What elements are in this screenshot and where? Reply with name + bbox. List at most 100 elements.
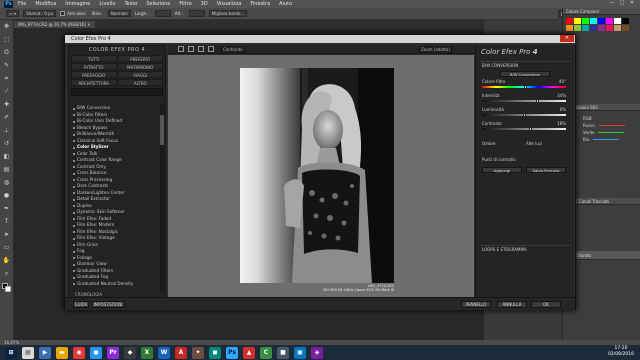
settings-button[interactable]: IMPOSTAZIONI bbox=[91, 301, 125, 308]
color-swatch[interactable] bbox=[598, 25, 605, 31]
color-swatches-tab[interactable]: Colore Campioni bbox=[563, 8, 640, 15]
category-architecture[interactable]: ARCHITETTURA bbox=[71, 79, 117, 86]
document-tab[interactable]: IMG_9774.CR2 @ 16,7% (RGB/16) ✕ bbox=[14, 21, 95, 28]
color-swatch[interactable] bbox=[622, 18, 629, 24]
close-window-button[interactable]: ✕ bbox=[627, 0, 637, 7]
menu-help[interactable]: Aiuto bbox=[279, 1, 292, 7]
antialias-checkbox[interactable] bbox=[60, 11, 66, 16]
acrobat-icon[interactable]: A bbox=[175, 346, 187, 359]
slider-knob[interactable] bbox=[535, 99, 539, 103]
app-icon-4[interactable]: C bbox=[260, 346, 272, 359]
type-tool-icon[interactable]: T bbox=[3, 218, 11, 226]
dialog-close-button[interactable]: ✕ bbox=[560, 35, 574, 42]
healing-tool-icon[interactable]: ✚ bbox=[3, 101, 11, 109]
maximize-button[interactable]: □ bbox=[617, 0, 627, 7]
feather-field[interactable]: Sfumat.: 0 px bbox=[23, 10, 57, 17]
compare-label[interactable]: Confronto bbox=[220, 46, 246, 53]
color-swatch[interactable] bbox=[590, 25, 597, 31]
cancel-button[interactable]: ANNULLA bbox=[497, 301, 527, 308]
category-portrait[interactable]: RITRATTO bbox=[71, 63, 117, 70]
image-preview[interactable]: IMG_9774.CR2 ISO 800 f/4 1/60s Canon EOS… bbox=[168, 55, 474, 297]
refine-edge-button[interactable]: Migliora bordo... bbox=[208, 10, 248, 17]
add-filter-button[interactable]: Aggiungi bbox=[482, 167, 522, 173]
split-view-icon[interactable] bbox=[188, 46, 194, 52]
minimize-button[interactable]: — bbox=[607, 0, 617, 7]
menu-view[interactable]: Visualizza bbox=[217, 1, 242, 7]
move-tool-icon[interactable]: ✥ bbox=[3, 23, 11, 31]
hand-tool-icon[interactable]: ✋ bbox=[3, 257, 11, 265]
save-preset-button[interactable]: Salva Formula bbox=[526, 167, 566, 173]
app-icon-5[interactable]: ■ bbox=[277, 346, 289, 359]
compare-toggle-icon[interactable] bbox=[208, 46, 214, 52]
media-player-icon[interactable]: ▶ bbox=[39, 346, 51, 359]
color-swatch[interactable] bbox=[574, 25, 581, 31]
menu-file[interactable]: File bbox=[18, 1, 26, 7]
height-field[interactable] bbox=[188, 10, 205, 17]
dodge-tool-icon[interactable]: ● bbox=[3, 192, 11, 200]
system-clock[interactable]: 17:20 02/08/2016 bbox=[608, 346, 634, 358]
color-swatch[interactable] bbox=[606, 18, 613, 24]
app-icon[interactable]: ◆ bbox=[124, 346, 136, 359]
menu-3d[interactable]: 3D bbox=[201, 1, 208, 7]
width-field[interactable] bbox=[154, 10, 171, 17]
filter-search-input[interactable] bbox=[71, 88, 163, 96]
menu-image[interactable]: Immagine bbox=[65, 1, 90, 7]
menu-select[interactable]: Selezione bbox=[146, 1, 170, 7]
photoshop-taskbar-icon[interactable]: Ps bbox=[226, 346, 238, 359]
strength-slider[interactable] bbox=[482, 99, 566, 103]
menu-type[interactable]: Testo bbox=[124, 1, 137, 7]
category-travel[interactable]: VIAGGI bbox=[117, 71, 163, 78]
camera-icon[interactable]: ● bbox=[90, 346, 102, 359]
loupe-histogram-section[interactable]: LOOPS E STOGRAMMA bbox=[482, 247, 527, 252]
color-swatch[interactable] bbox=[566, 25, 573, 31]
ok-button[interactable]: OK bbox=[531, 301, 561, 308]
brush-button[interactable]: PENNELLO bbox=[461, 301, 491, 308]
app-icon-2[interactable]: ◼ bbox=[209, 346, 221, 359]
blur-tool-icon[interactable]: ◍ bbox=[3, 179, 11, 187]
single-view-icon[interactable] bbox=[178, 46, 184, 52]
color-swatch[interactable] bbox=[574, 18, 581, 24]
color-swatch[interactable] bbox=[614, 18, 621, 24]
background-color-swatch[interactable] bbox=[5, 286, 11, 292]
help-button[interactable]: GUIDA bbox=[73, 301, 89, 308]
folder-icon[interactable]: ▬ bbox=[56, 346, 68, 359]
category-landscape[interactable]: PAESAGGIO bbox=[71, 71, 117, 78]
explorer-icon[interactable]: ▤ bbox=[22, 346, 34, 359]
slider-knob[interactable] bbox=[522, 113, 526, 117]
app-icon-6[interactable]: ▣ bbox=[294, 346, 306, 359]
menu-filter[interactable]: Filtro bbox=[179, 1, 191, 7]
settings-app-icon[interactable]: ✦ bbox=[192, 346, 204, 359]
eraser-tool-icon[interactable]: ◧ bbox=[3, 153, 11, 161]
category-other[interactable]: ALTRO bbox=[117, 79, 163, 86]
color-swatch[interactable] bbox=[614, 25, 621, 31]
pen-tool-icon[interactable]: ✒ bbox=[3, 205, 11, 213]
control-points-label[interactable]: Punti di controllo bbox=[482, 157, 516, 162]
color-swatch[interactable] bbox=[622, 25, 629, 31]
zoom-tool-icon[interactable]: ⌕ bbox=[3, 270, 11, 278]
category-all[interactable]: TUTTI bbox=[71, 55, 117, 62]
quick-select-tool-icon[interactable]: ✎ bbox=[3, 62, 11, 70]
color-swatch[interactable] bbox=[582, 18, 589, 24]
stamp-tool-icon[interactable]: ⊥ bbox=[3, 127, 11, 135]
color-swatch[interactable] bbox=[606, 25, 613, 31]
lasso-tool-icon[interactable]: ʘ bbox=[3, 49, 11, 57]
app-icon-7[interactable]: ◈ bbox=[311, 346, 323, 359]
app-icon-3[interactable]: ▲ bbox=[243, 346, 255, 359]
excel-icon[interactable]: X bbox=[141, 346, 153, 359]
filter-list-scrollbar[interactable] bbox=[160, 105, 164, 291]
marquee-icon[interactable]: ▭ ▾ bbox=[6, 10, 20, 17]
color-swatch[interactable] bbox=[590, 18, 597, 24]
color-swatch[interactable] bbox=[598, 18, 605, 24]
color-swatch[interactable] bbox=[582, 25, 589, 31]
history-brush-icon[interactable]: ↺ bbox=[3, 140, 11, 148]
eyedropper-tool-icon[interactable]: ⁄ bbox=[3, 88, 11, 96]
zoom-select[interactable]: Zoom (adatta) bbox=[418, 46, 453, 53]
path-select-tool-icon[interactable]: ➤ bbox=[3, 231, 11, 239]
contrast-slider[interactable] bbox=[482, 127, 566, 131]
method-select[interactable]: B/W Conversion bbox=[500, 71, 550, 77]
filter-color-slider[interactable] bbox=[482, 85, 566, 89]
menu-edit[interactable]: Modifica bbox=[35, 1, 56, 7]
category-wedding[interactable]: MATRIMONIO bbox=[117, 63, 163, 70]
style-select[interactable]: Normale bbox=[107, 10, 131, 17]
scroll-thumb[interactable] bbox=[160, 115, 164, 145]
